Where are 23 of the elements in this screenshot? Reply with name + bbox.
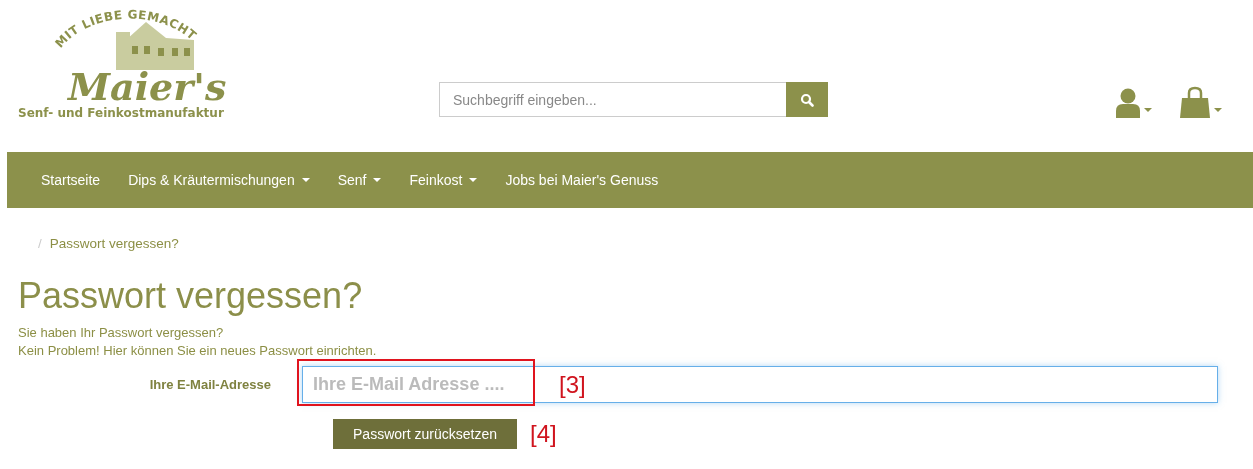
search-button[interactable] xyxy=(786,82,828,117)
annotation-label: [4] xyxy=(530,419,557,449)
nav-dropdown[interactable]: Senf xyxy=(323,152,396,208)
annotation-label: [3] xyxy=(559,369,586,400)
breadcrumb-separator: / xyxy=(38,236,42,251)
nav-dropdown[interactable]: Feinkost xyxy=(395,152,492,208)
nav-dropdown[interactable]: Dips & Kräutermischungen xyxy=(114,152,324,208)
email-label: Ihre E-Mail-Adresse xyxy=(148,377,272,392)
page-heading: Passwort vergessen? xyxy=(18,274,364,318)
account-menu[interactable] xyxy=(1115,86,1152,118)
intro-text: Kein Problem! Hier können Sie ein neues Passwort einrichten. xyxy=(18,342,378,360)
search-icon xyxy=(800,92,814,107)
nav-link[interactable]: Startseite xyxy=(27,152,115,208)
reset-password-button[interactable]: Passwort zurücksetzen xyxy=(333,419,517,449)
intro-text: Sie haben Ihr Passwort vergessen? xyxy=(18,324,225,342)
caret-icon xyxy=(1214,108,1222,112)
nav-link[interactable]: Jobs bei Maier's Genuss xyxy=(491,152,673,208)
person-icon xyxy=(1115,88,1141,118)
search-field[interactable]: Suchbegriff eingeben... xyxy=(439,82,786,117)
cart-menu[interactable] xyxy=(1179,86,1222,118)
caret-icon xyxy=(1144,108,1152,112)
shopping-bag-icon xyxy=(1179,86,1211,118)
breadcrumb-link[interactable]: Passwort vergessen? xyxy=(49,236,179,251)
